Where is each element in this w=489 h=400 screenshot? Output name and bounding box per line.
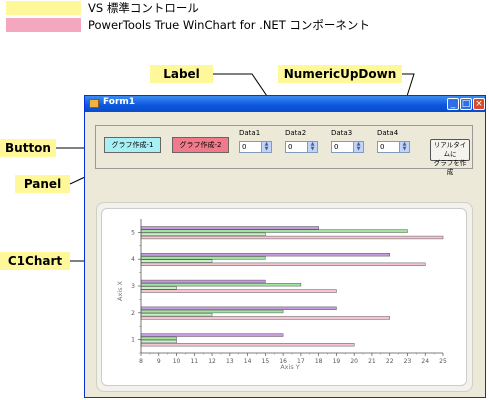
data2-updown[interactable]: 0 ▲ ▼ [285,141,318,153]
data3-label: Data3 [331,129,353,137]
realtime-line2: グラフを作成 [433,159,467,176]
category-tick-label: 5 [131,229,135,236]
value-tick-label: 11 [190,358,198,365]
bar [140,256,266,260]
data1-updown[interactable]: 0 ▲ ▼ [239,141,272,153]
category-tick-label: 1 [131,337,135,344]
value-tick-label: 25 [439,358,447,365]
data3-updown[interactable]: 0 ▲ ▼ [331,141,364,153]
bar [140,286,177,290]
graph1-button[interactable]: グラフ作成-1 [104,137,161,153]
category-tick-label: 3 [131,283,135,290]
value-tick-label: 24 [421,358,429,365]
value-tick-label: 12 [208,358,216,365]
bar [140,289,337,293]
value-tick-label: 14 [244,358,252,365]
realtime-graph-button[interactable]: リアルタイムに グラフを作成 [430,139,470,176]
data2-spin-icon[interactable]: ▲ ▼ [307,142,317,152]
value-tick-label: 8 [139,358,143,365]
bar [140,253,390,257]
bar [140,262,426,266]
minimize-button[interactable]: _ [447,98,459,110]
data1-value: 0 [242,143,247,151]
data3-spin-icon[interactable]: ▲ ▼ [353,142,363,152]
bar [140,336,177,340]
bar [140,259,213,263]
x-axis-title: Axis X [116,280,124,301]
value-tick-label: 23 [404,358,412,365]
maximize-button[interactable]: □ [460,98,472,110]
bar [140,232,266,236]
bar [140,306,337,310]
category-tick-label: 2 [131,310,135,317]
graph2-button[interactable]: グラフ作成-2 [172,137,229,153]
data4-updown[interactable]: 0 ▲ ▼ [377,141,410,153]
bar [140,316,390,320]
value-tick-label: 20 [350,358,358,365]
value-tick-label: 21 [368,358,376,365]
c1chart-plot: 8 9 10 11 12 13 14 15 16 17 18 19 20 21 22 23 24 25 12345… [101,208,467,386]
data2-label: Data2 [285,129,307,137]
c1chart-svg: 8 9 10 11 12 13 14 15 16 17 18 19 20 21 22 23 24 25 12345… [116,219,447,371]
form-icon [89,99,99,108]
value-tick-label: 13 [226,358,234,365]
y-axis-title: Axis Y [280,363,300,371]
data1-spin-icon[interactable]: ▲ ▼ [261,142,271,152]
data4-spin-icon[interactable]: ▲ ▼ [399,142,409,152]
control-panel: グラフ作成-1 グラフ作成-2 Data1 0 ▲ ▼ Data2 0 ▲ ▼ Da… [95,125,473,176]
realtime-line1: リアルタイムに [433,141,467,158]
bar [140,309,284,314]
data4-value: 0 [380,143,385,151]
data3-value: 0 [334,143,339,151]
bar [140,333,284,337]
bar [140,229,408,233]
bar [140,313,213,317]
value-tick-label: 15 [262,358,270,365]
value-tick-label: 19 [333,358,341,365]
value-tick-label: 9 [157,358,161,365]
bar [140,226,319,230]
window-titlebar[interactable]: Form1 _ □ × [85,96,485,112]
category-tick-label: 4 [131,256,135,263]
bar [140,343,355,347]
close-button[interactable]: × [473,98,485,110]
window-title: Form1 [103,97,136,107]
data2-value: 0 [288,143,293,151]
bar [140,339,177,344]
value-tick-label: 18 [315,358,323,365]
value-tick-label: 22 [386,358,394,365]
data4-label: Data4 [377,129,399,137]
data1-label: Data1 [239,129,261,137]
value-tick-label: 10 [173,358,181,365]
bar [140,235,444,240]
bar [140,279,266,284]
bar [140,283,302,287]
